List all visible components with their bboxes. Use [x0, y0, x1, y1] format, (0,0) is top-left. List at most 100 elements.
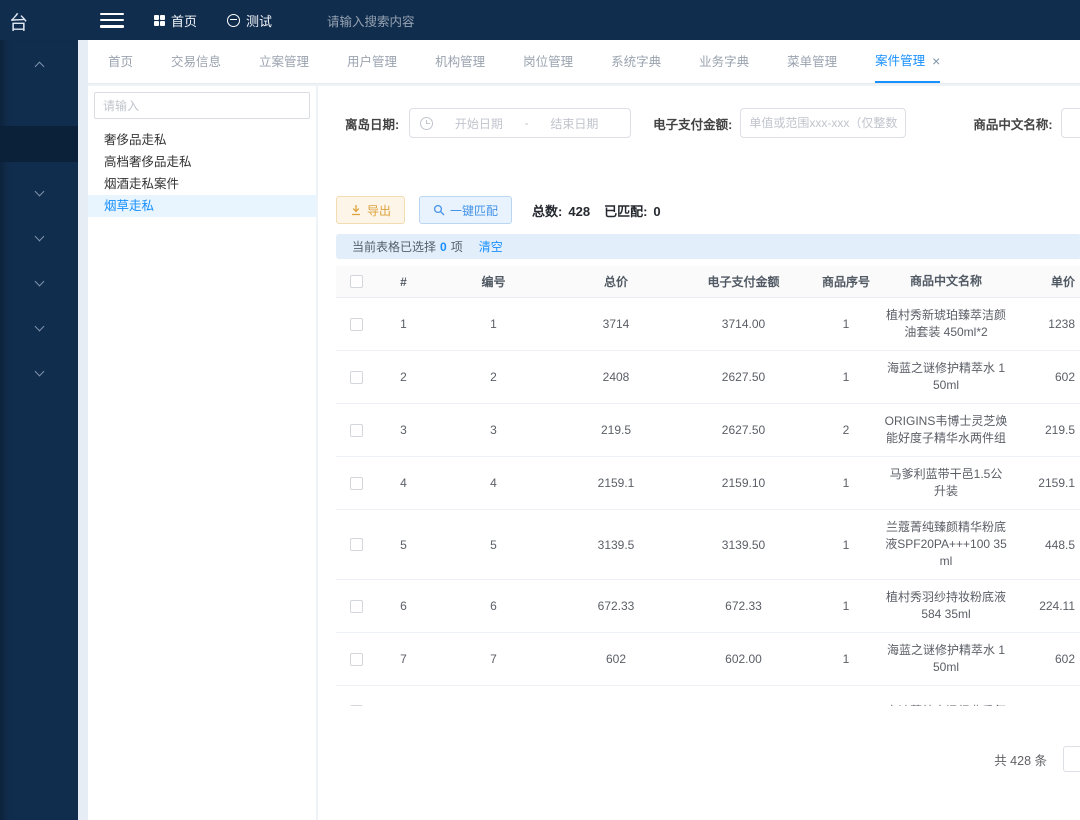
total-value: 428: [568, 204, 590, 219]
row-checkbox[interactable]: [350, 371, 363, 384]
tab-label: 岗位管理: [523, 42, 573, 82]
table-cell: 3139.50: [676, 538, 811, 552]
row-checkbox[interactable]: [350, 318, 363, 331]
row-checkbox[interactable]: [350, 538, 363, 551]
tab-9[interactable]: 菜单管理: [787, 40, 837, 83]
global-search-input[interactable]: 请输入搜索内容: [327, 11, 415, 30]
category-item[interactable]: 烟草走私: [88, 195, 316, 217]
product-name-cell: 兰蔻菁纯臻颜精华粉底液SPF20PA+++100 35ml: [881, 519, 1011, 570]
chevron-up-icon: [34, 62, 44, 72]
tab-5[interactable]: 机构管理: [435, 40, 485, 83]
table-row: 2224082627.501海蓝之谜修护精萃水 150ml602: [336, 351, 1080, 404]
table-cell: 2: [376, 370, 431, 384]
category-panel: 奢侈品走私高档奢侈品走私烟酒走私案件烟草走私: [88, 86, 316, 820]
tab-1[interactable]: 首页: [108, 40, 133, 83]
table-row: 33219.52627.502ORIGINS韦博士灵芝焕能好度子精华水两件组21…: [336, 404, 1080, 457]
header-cell: 编号: [431, 273, 556, 290]
category-item[interactable]: 烟酒走私案件: [88, 173, 316, 195]
chevron-down-icon: [34, 232, 44, 242]
table-cell: 602: [556, 652, 676, 666]
table-cell: 2159.10: [676, 476, 811, 490]
sidebar-group-4[interactable]: [0, 221, 78, 255]
selection-info-bar: 当前表格已选择 0 项 清空: [336, 234, 1080, 259]
table-cell: 4: [431, 476, 556, 490]
page-size-select[interactable]: [1063, 746, 1080, 772]
row-checkbox[interactable]: [350, 705, 363, 706]
search-icon: [433, 204, 445, 216]
product-name-cell: 海蓝之谜修护精萃水 150ml: [881, 642, 1011, 676]
table-cell: 1: [431, 317, 556, 331]
tab-4[interactable]: 用户管理: [347, 40, 397, 83]
date-end-placeholder: 结束日期: [529, 115, 621, 132]
table-cell: 3: [431, 423, 556, 437]
sidebar-menu: [0, 48, 78, 390]
table-cell: 6: [376, 599, 431, 613]
tab-3[interactable]: 立案管理: [259, 40, 309, 83]
sidebar-group-3[interactable]: [0, 176, 78, 210]
category-item[interactable]: 奢侈品走私: [88, 129, 316, 151]
tab-close-icon[interactable]: ×: [932, 54, 940, 68]
table-cell: 8: [376, 705, 431, 707]
date-range-picker[interactable]: 开始日期 - 结束日期: [409, 108, 631, 138]
sidebar-group-2[interactable]: [0, 126, 78, 162]
tab-7[interactable]: 系统字典: [611, 40, 661, 83]
name-filter-input[interactable]: [1061, 108, 1080, 138]
category-item[interactable]: 高档奢侈品走私: [88, 151, 316, 173]
amount-filter-input[interactable]: [740, 108, 906, 138]
table-cell: 7: [376, 652, 431, 666]
chevron-down-icon: [34, 187, 44, 197]
table-cell: 3714.00: [676, 317, 811, 331]
table-cell: 1: [811, 652, 881, 666]
select-all-checkbox[interactable]: [350, 275, 363, 288]
table-row: 881卡诗菁纯亮泽经典香氛: [336, 686, 1080, 706]
table-cell: 5: [431, 538, 556, 552]
row-checkbox[interactable]: [350, 424, 363, 437]
table-cell: 1: [811, 317, 881, 331]
row-checkbox-cell: [336, 477, 376, 490]
row-checkbox[interactable]: [350, 653, 363, 666]
table-row: 442159.12159.101马爹利蓝带干邑1.5公升装2159.1: [336, 457, 1080, 510]
table-cell: 2627.50: [676, 370, 811, 384]
table-cell: 1: [811, 370, 881, 384]
main-panel: 离岛日期: 开始日期 - 结束日期 电子支付金额: 商品中文名称: 导出: [318, 86, 1080, 820]
tab-bar: 首页交易信息立案管理用户管理机构管理岗位管理系统字典业务字典菜单管理案件管理×: [88, 40, 1080, 84]
table-cell: 602: [1011, 370, 1080, 384]
row-checkbox[interactable]: [350, 600, 363, 613]
topbar-nav-item-1[interactable]: 首页: [154, 11, 197, 30]
row-checkbox[interactable]: [350, 477, 363, 490]
chevron-down-icon: [34, 322, 44, 332]
tab-label: 系统字典: [611, 42, 661, 82]
header-checkbox-cell: [336, 275, 376, 288]
results-table: #编号总价电子支付金额商品序号商品中文名称单价 1137143714.001植村…: [336, 266, 1080, 706]
tab-6[interactable]: 岗位管理: [523, 40, 573, 83]
selection-unit: 项: [451, 238, 463, 255]
total-label: 总数:: [532, 204, 562, 219]
grid-icon: [154, 15, 165, 26]
table-row: 553139.53139.501兰蔻菁纯臻颜精华粉底液SPF20PA+++100…: [336, 510, 1080, 580]
clock-icon: [420, 117, 433, 130]
sidebar-group-6[interactable]: [0, 311, 78, 345]
row-checkbox-cell: [336, 371, 376, 384]
sidebar-group-1[interactable]: [0, 48, 78, 82]
table-cell: 672.33: [676, 599, 811, 613]
category-search-input[interactable]: [94, 92, 310, 119]
table-cell: 7: [431, 652, 556, 666]
header-cell: 商品中文名称: [881, 273, 1011, 290]
sidebar-group-7[interactable]: [0, 356, 78, 390]
hamburger-menu-icon[interactable]: [100, 13, 124, 28]
tab-8[interactable]: 业务字典: [699, 40, 749, 83]
tab-2[interactable]: 交易信息: [171, 40, 221, 83]
content-area: 首页交易信息立案管理用户管理机构管理岗位管理系统字典业务字典菜单管理案件管理× …: [88, 40, 1080, 820]
clear-selection-link[interactable]: 清空: [479, 238, 503, 255]
chevron-down-icon: [34, 277, 44, 287]
table-cell: 219.5: [1011, 423, 1080, 437]
one-click-match-button[interactable]: 一键匹配: [419, 196, 512, 224]
export-button[interactable]: 导出: [336, 196, 405, 224]
matched-label: 已匹配:: [604, 204, 647, 219]
chevron-down-icon: [34, 367, 44, 377]
header-cell: 单价: [1011, 273, 1080, 290]
row-checkbox-cell: [336, 600, 376, 613]
sidebar-group-5[interactable]: [0, 266, 78, 300]
topbar-nav-item-2[interactable]: 测试: [227, 11, 272, 30]
tab-10[interactable]: 案件管理×: [875, 40, 940, 83]
